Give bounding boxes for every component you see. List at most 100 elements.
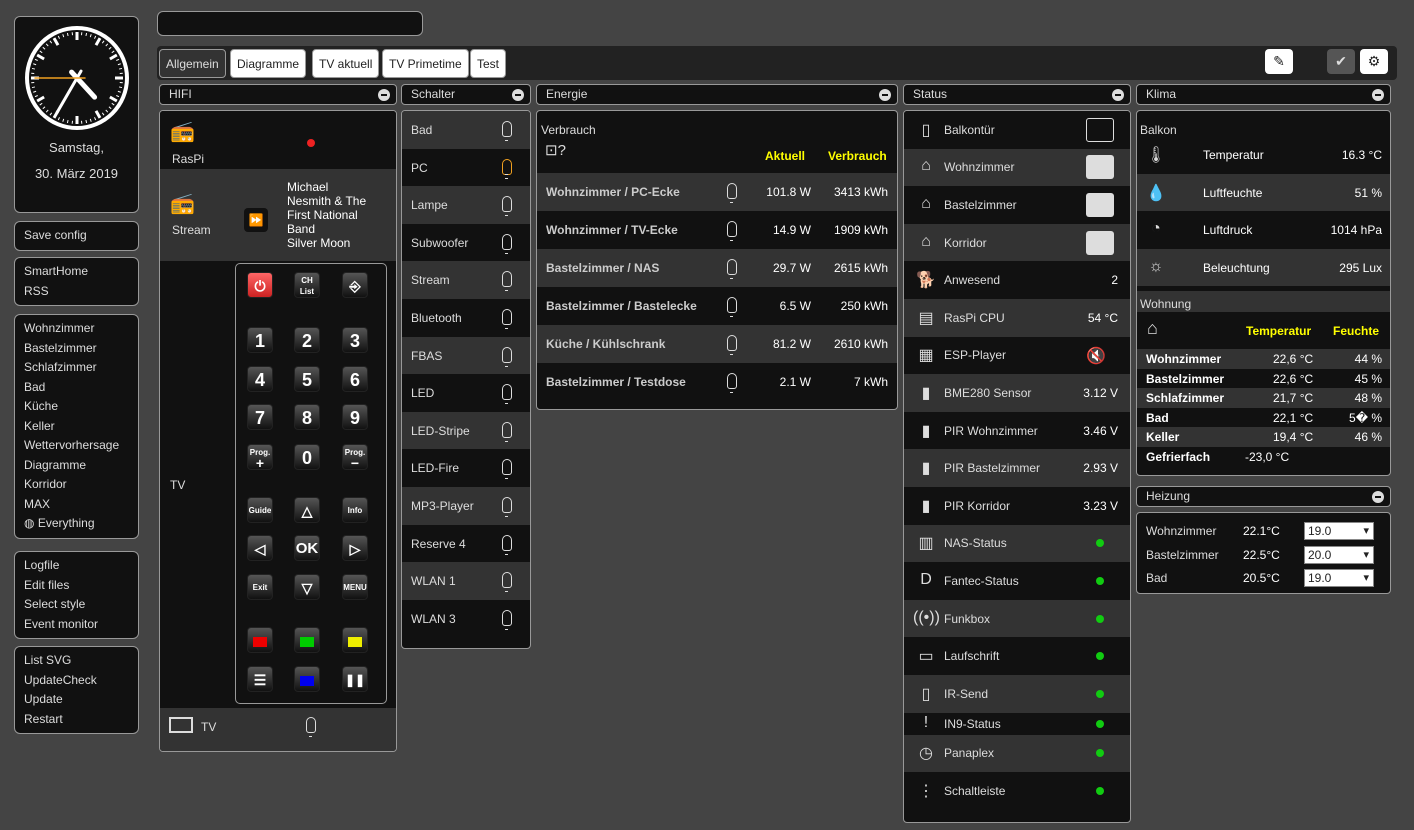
bulb-icon[interactable] — [502, 121, 512, 141]
menu-item-select-style[interactable]: Select style — [15, 595, 138, 615]
arrow-down-icon[interactable]: ▽ — [294, 574, 320, 600]
key-9-button[interactable]: 9 — [342, 404, 368, 430]
menu-item-wohnzimmer[interactable]: Wohnzimmer — [15, 319, 138, 339]
tab-test[interactable]: Test — [470, 49, 507, 78]
minimize-icon[interactable] — [1372, 491, 1384, 503]
bulb-icon[interactable] — [306, 717, 316, 737]
mute-icon[interactable]: 🔇 — [1086, 346, 1106, 366]
blue-button[interactable] — [294, 666, 320, 692]
menu-item-edit-files[interactable]: Edit files — [15, 576, 138, 596]
bulb-icon[interactable] — [502, 308, 512, 329]
menu-item-event-monitor[interactable]: Event monitor — [15, 615, 138, 635]
switch-row: WLAN 3 — [402, 599, 530, 638]
key-7-button[interactable]: 7 — [247, 404, 273, 430]
pause-icon[interactable]: ❚❚ — [342, 666, 368, 692]
menu-item-diagramme[interactable]: Diagramme — [15, 456, 138, 476]
setpoint-select[interactable]: 19.0 — [1304, 569, 1374, 587]
key-3-button[interactable]: 3 — [342, 327, 368, 353]
tab-tv-primetime[interactable]: TV Primetime — [382, 49, 469, 78]
gear-icon[interactable]: ⚙ — [1360, 49, 1388, 74]
key-5-button[interactable]: 5 — [294, 366, 320, 392]
menu-item-updatecheck[interactable]: UpdateCheck — [15, 671, 138, 691]
minimize-icon[interactable] — [1112, 89, 1124, 101]
key-4-button[interactable]: 4 — [247, 366, 273, 392]
bulb-icon[interactable] — [502, 196, 512, 217]
ch-list-button[interactable]: CH List — [294, 272, 320, 298]
arrow-left-icon[interactable]: ◁ — [247, 535, 273, 561]
arrow-right-icon[interactable]: ▷ — [342, 535, 368, 561]
skip-forward-icon[interactable]: ⏩ — [244, 208, 268, 232]
bulb-icon[interactable] — [502, 271, 512, 292]
menu-item-wettervorhersage[interactable]: Wettervorhersage — [15, 436, 138, 456]
bulb-icon[interactable] — [502, 609, 512, 630]
menu-item-list-svg[interactable]: List SVG — [15, 651, 138, 671]
setpoint-select[interactable]: 19.0 — [1304, 522, 1374, 540]
presence-home-icon[interactable] — [1086, 155, 1114, 180]
menu-item-logfile[interactable]: Logfile — [15, 556, 138, 576]
bulb-icon[interactable] — [502, 233, 512, 254]
door-status-icon[interactable] — [1086, 117, 1114, 142]
list-icon[interactable]: ☰ — [247, 666, 273, 692]
bulb-icon[interactable] — [502, 459, 512, 480]
input-source-icon[interactable]: ⎆ — [342, 272, 368, 298]
pencil-icon[interactable]: ✎ — [1265, 49, 1293, 74]
bulb-icon[interactable] — [727, 297, 737, 317]
bulb-icon[interactable] — [502, 496, 512, 517]
minimize-icon[interactable] — [512, 89, 524, 101]
ok-button[interactable]: OK — [294, 535, 320, 561]
power-button[interactable]: ⏻ — [247, 272, 273, 298]
bulb-icon[interactable] — [502, 534, 512, 555]
arrow-up-icon[interactable]: △ — [294, 497, 320, 523]
energie-row: Wohnzimmer / PC-Ecke 101.8 W 3413 kWh — [537, 173, 897, 211]
key-2-button[interactable]: 2 — [294, 327, 320, 353]
key-6-button[interactable]: 6 — [342, 366, 368, 392]
tab-tv-aktuell[interactable]: TV aktuell — [312, 49, 380, 78]
bulb-icon[interactable] — [502, 421, 512, 442]
menu-item-bad[interactable]: Bad — [15, 378, 138, 398]
minimize-icon[interactable] — [1372, 89, 1384, 101]
bulb-icon[interactable] — [727, 259, 737, 279]
red-button[interactable] — [247, 627, 273, 653]
menu-item-rss[interactable]: RSS — [15, 282, 138, 302]
menu-item-korridor[interactable]: Korridor — [15, 475, 138, 495]
key-0-button[interactable]: 0 — [294, 444, 320, 470]
bulb-icon[interactable] — [727, 335, 737, 355]
minimize-icon[interactable] — [378, 89, 390, 101]
bulb-icon[interactable] — [727, 221, 737, 241]
guide-button[interactable]: Guide — [247, 497, 273, 523]
menu-item-schlafzimmer[interactable]: Schlafzimmer — [15, 358, 138, 378]
yellow-button[interactable] — [342, 627, 368, 653]
minimize-icon[interactable] — [879, 89, 891, 101]
setpoint-select[interactable]: 20.0 — [1304, 545, 1374, 564]
bulb-icon[interactable] — [502, 158, 512, 179]
check-icon[interactable]: ✔ — [1327, 49, 1355, 74]
bulb-icon[interactable] — [727, 183, 737, 203]
exit-button[interactable]: Exit — [247, 574, 273, 600]
menu-item-everything[interactable]: ◍ Everything — [15, 514, 138, 534]
presence-absent-icon[interactable] — [1086, 192, 1114, 217]
key-1-button[interactable]: 1 — [247, 327, 273, 353]
tab-diagramme[interactable]: Diagramme — [230, 49, 307, 78]
menu-button[interactable]: MENU — [342, 574, 368, 600]
command-input[interactable] — [157, 11, 423, 36]
prog-plus-button[interactable]: Prog. + — [247, 444, 273, 470]
menu-item-smarthome[interactable]: SmartHome — [15, 262, 138, 282]
menu-item-max[interactable]: MAX — [15, 495, 138, 515]
menu-item-save-config[interactable]: Save config — [15, 226, 138, 246]
info-button[interactable]: Info — [342, 497, 368, 523]
menu-item-kueche[interactable]: Küche — [15, 397, 138, 417]
menu-item-update[interactable]: Update — [15, 690, 138, 710]
tab-allgemein[interactable]: Allgemein — [159, 49, 226, 78]
klima-wohnung-row: Bastelzimmer 22,6 °C 45 % — [1137, 368, 1390, 388]
prog-minus-button[interactable]: Prog. − — [342, 444, 368, 470]
bulb-icon[interactable] — [502, 346, 512, 367]
bulb-icon[interactable] — [502, 384, 512, 405]
key-8-button[interactable]: 8 — [294, 404, 320, 430]
menu-item-bastelzimmer[interactable]: Bastelzimmer — [15, 339, 138, 359]
menu-item-restart[interactable]: Restart — [15, 710, 138, 730]
bulb-icon[interactable] — [727, 373, 737, 393]
presence-absent-icon[interactable] — [1086, 230, 1114, 255]
menu-item-keller[interactable]: Keller — [15, 417, 138, 437]
bulb-icon[interactable] — [502, 572, 512, 593]
green-button[interactable] — [294, 627, 320, 653]
